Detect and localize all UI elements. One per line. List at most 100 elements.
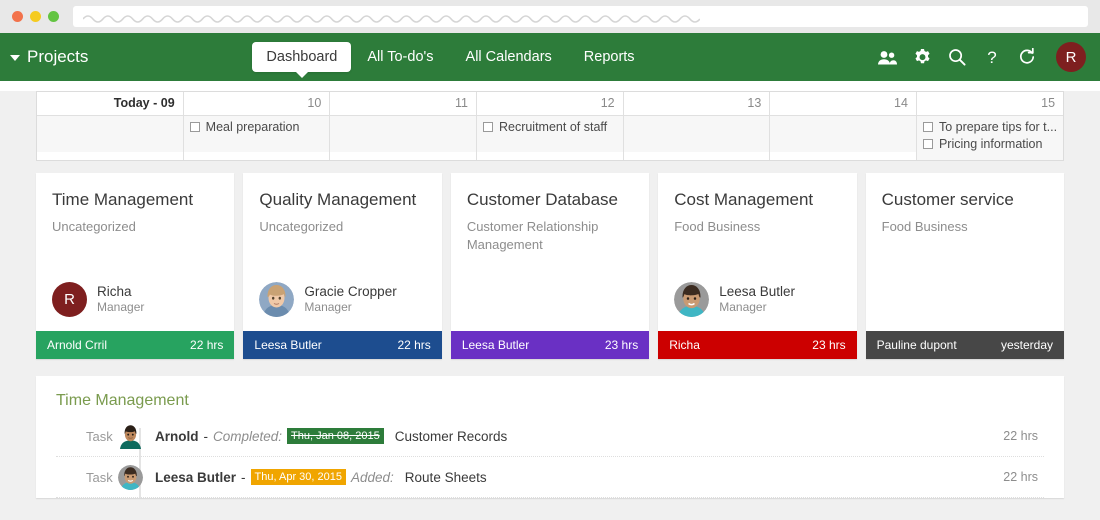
activity-text: Arnold - Completed: Thu, Jan 08, 2015 Cu… [155,428,507,444]
project-category: Uncategorized [52,218,218,236]
calendar-day-label: Today - 09 [37,92,183,116]
activity-item[interactable]: Route Sheets [405,470,487,485]
owner-role: Manager [304,300,396,315]
project-cards: Time Management Uncategorized R Richa Ma… [36,173,1064,359]
project-card-body: Quality Management Uncategorized [243,173,441,331]
project-card-footer[interactable]: Arnold Crril 22 hrs [36,331,234,359]
calendar-day-tasks[interactable] [330,116,476,152]
calendar-day-label: 15 [917,92,1063,116]
avatar [118,465,143,490]
minimize-window-button[interactable] [30,11,41,22]
gear-icon[interactable] [912,47,932,67]
address-bar[interactable] [73,6,1088,27]
calendar-task-label: Meal preparation [206,120,300,134]
footer-name: Richa [669,338,700,352]
checkbox-icon[interactable] [923,139,933,149]
activity-panel: Time Management Task Arnold - [36,376,1064,498]
activity-panel-title: Time Management [56,392,1044,410]
calendar-day-tasks[interactable]: Recruitment of staff [477,116,623,152]
project-category: Food Business [674,218,840,236]
activity-row[interactable]: Task Arnold - Completed: Thu, Jan [56,416,1044,457]
owner-info: Leesa Butler Manager [719,284,795,315]
projects-dropdown[interactable]: Projects [0,47,88,67]
calendar-day-tasks[interactable] [770,116,916,152]
calendar-day-column[interactable]: 15 To prepare tips for t... Pricing info… [917,92,1063,160]
svg-text:?: ? [987,48,996,67]
calendar-task-label: Pricing information [939,137,1043,151]
project-title: Time Management [52,189,218,210]
project-category: Customer Relationship Management [467,218,633,254]
project-card-time-management[interactable]: Time Management Uncategorized R Richa Ma… [36,173,234,359]
tab-all-calendars[interactable]: All Calendars [450,33,568,81]
activity-row[interactable]: Task Leesa Butler - Thu, Apr 3 [56,457,1044,498]
people-icon[interactable] [877,47,897,67]
chevron-down-icon [10,55,20,61]
calendar-task[interactable]: To prepare tips for t... [923,120,1057,134]
tab-reports[interactable]: Reports [568,33,651,81]
project-title: Quality Management [259,189,425,210]
calendar-day-tasks[interactable] [624,116,770,152]
activity-action: Completed: [213,429,282,444]
tab-reports-label: Reports [584,49,635,65]
activity-item[interactable]: Customer Records [395,429,508,444]
calendar-day-tasks[interactable]: Meal preparation [184,116,330,152]
activity-text: Leesa Butler - Thu, Apr 30, 2015 Added: … [155,469,487,485]
calendar-day-column[interactable]: 10 Meal preparation [184,92,331,160]
avatar [674,282,709,317]
checkbox-icon[interactable] [190,122,200,132]
calendar-task-label: To prepare tips for t... [939,120,1057,134]
help-icon[interactable]: ? [982,47,1002,67]
maximize-window-button[interactable] [48,11,59,22]
project-card-footer[interactable]: Leesa Butler 22 hrs [243,331,441,359]
project-owner[interactable]: R Richa Manager [52,282,218,317]
user-avatar[interactable]: R [1056,42,1086,72]
footer-name: Leesa Butler [462,338,529,352]
calendar-day-tasks[interactable]: To prepare tips for t... Pricing informa… [917,116,1063,160]
project-card-customer-database[interactable]: Customer Database Customer Relationship … [451,173,649,359]
project-card-cost-management[interactable]: Cost Management Food Business [658,173,856,359]
avatar-photo [118,424,143,449]
project-card-footer[interactable]: Leesa Butler 23 hrs [451,331,649,359]
calendar-day-column[interactable]: Today - 09 [37,92,184,160]
nav-actions: ? R [877,42,1100,72]
avatar-photo [674,282,709,317]
project-owner[interactable]: Leesa Butler Manager [674,282,840,317]
activity-date-badge: Thu, Apr 30, 2015 [251,469,346,485]
project-card-footer[interactable]: Pauline dupont yesterday [866,331,1064,359]
calendar-day-tasks[interactable] [37,116,183,152]
project-card-footer[interactable]: Richa 23 hrs [658,331,856,359]
project-card-body: Cost Management Food Business [658,173,856,331]
avatar [118,424,143,449]
checkbox-icon[interactable] [923,122,933,132]
calendar-task-label: Recruitment of staff [499,120,607,134]
calendar-task[interactable]: Meal preparation [190,120,324,134]
calendar-day-column[interactable]: 11 [330,92,477,160]
window-controls [12,11,59,22]
tab-dashboard[interactable]: Dashboard [252,42,351,72]
tab-all-todos[interactable]: All To-do's [351,33,449,81]
calendar-day-column[interactable]: 12 Recruitment of staff [477,92,624,160]
search-icon[interactable] [947,47,967,67]
calendar-day-column[interactable]: 14 [770,92,917,160]
owner-info: Gracie Cropper Manager [304,284,396,315]
owner-name: Leesa Butler [719,284,795,300]
project-card-body: Time Management Uncategorized R Richa Ma… [36,173,234,331]
close-window-button[interactable] [12,11,23,22]
project-title: Customer service [882,189,1048,210]
calendar-day-column[interactable]: 13 [624,92,771,160]
calendar-task[interactable]: Recruitment of staff [483,120,617,134]
footer-value: 22 hrs [397,338,430,352]
project-card-customer-service[interactable]: Customer service Food Business Pauline d… [866,173,1064,359]
project-card-quality-management[interactable]: Quality Management Uncategorized [243,173,441,359]
refresh-icon[interactable] [1017,47,1037,67]
calendar-task[interactable]: Pricing information [923,137,1057,151]
project-owner[interactable]: Gracie Cropper Manager [259,282,425,317]
owner-name: Gracie Cropper [304,284,396,300]
project-title: Customer Database [467,189,633,210]
activity-kind: Task [56,470,98,485]
tab-dashboard-label: Dashboard [266,49,337,65]
activity-user: Leesa Butler [155,470,236,485]
address-placeholder-squiggle [83,11,700,23]
checkbox-icon[interactable] [483,122,493,132]
footer-value: yesterday [1001,338,1053,352]
